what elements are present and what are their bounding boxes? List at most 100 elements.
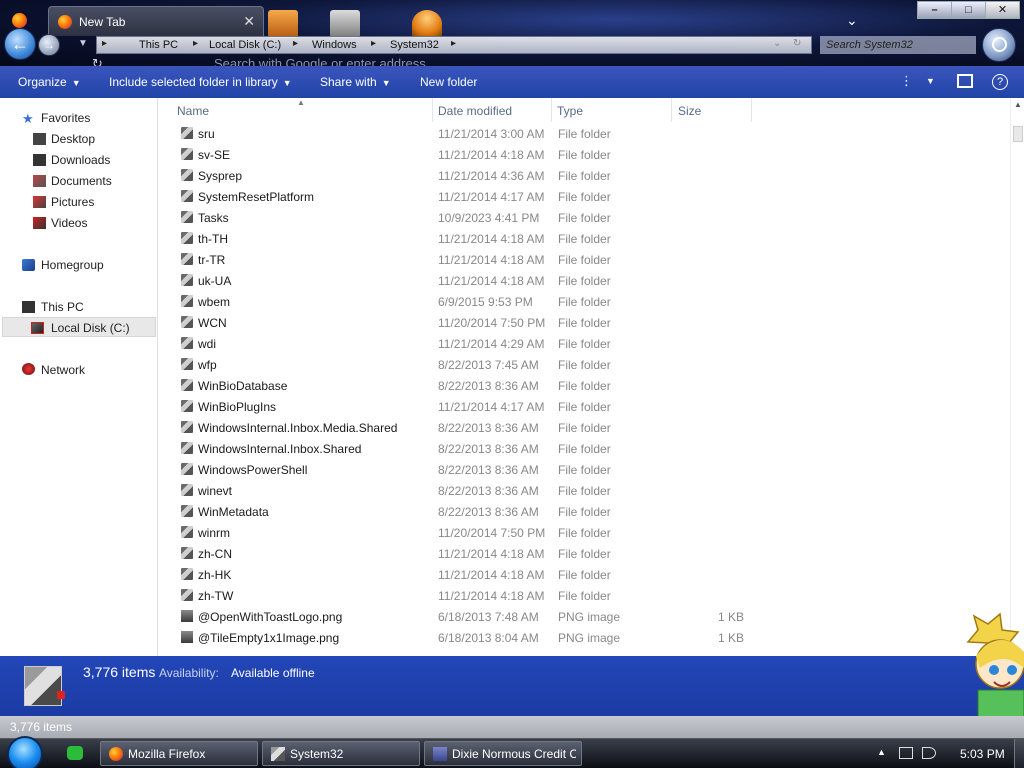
- history-dropdown-icon[interactable]: ▼: [78, 38, 88, 49]
- volume-tray-icon[interactable]: [922, 747, 936, 759]
- nav-network[interactable]: Network: [41, 363, 85, 377]
- breadcrumb-system32[interactable]: System32: [390, 39, 439, 51]
- column-header-name[interactable]: Name: [177, 104, 209, 118]
- table-row[interactable]: WindowsInternal.Inbox.Shared 8/22/2013 8:…: [158, 438, 1010, 459]
- column-header-size[interactable]: Size: [678, 104, 701, 118]
- tab-list-chevron-icon[interactable]: ⌄: [846, 12, 858, 29]
- taskbar-explorer-button[interactable]: System32: [262, 741, 420, 766]
- table-row[interactable]: zh-TW 11/21/2014 4:18 AM File folder: [158, 585, 1010, 606]
- column-divider[interactable]: [432, 98, 433, 122]
- table-row[interactable]: wdi 11/21/2014 4:29 AM File folder: [158, 333, 1010, 354]
- nav-homegroup[interactable]: Homegroup: [41, 258, 104, 272]
- vertical-scrollbar[interactable]: ▲: [1010, 98, 1024, 656]
- table-row[interactable]: sru 11/21/2014 3:00 AM File folder: [158, 123, 1010, 144]
- table-row[interactable]: WinBioDatabase 8/22/2013 8:36 AM File fold…: [158, 375, 1010, 396]
- search-icon[interactable]: [982, 28, 1016, 62]
- search-input[interactable]: Search System32: [820, 36, 976, 54]
- scrollbar-thumb[interactable]: [1013, 126, 1023, 142]
- table-row[interactable]: th-TH 11/21/2014 4:18 AM File folder: [158, 228, 1010, 249]
- column-divider[interactable]: [551, 98, 552, 122]
- browser-tab[interactable]: New Tab ✕: [48, 6, 264, 36]
- nav-downloads[interactable]: Downloads: [51, 153, 110, 167]
- close-window-button[interactable]: ✕: [985, 1, 1020, 19]
- table-row[interactable]: tr-TR 11/21/2014 4:18 AM File folder: [158, 249, 1010, 270]
- column-divider[interactable]: [751, 98, 752, 122]
- table-row[interactable]: Tasks 10/9/2023 4:41 PM File folder: [158, 207, 1010, 228]
- folder-icon: [181, 295, 193, 307]
- sort-ascending-icon: ▲: [297, 98, 305, 107]
- nav-desktop[interactable]: Desktop: [51, 132, 95, 146]
- breadcrumb-windows[interactable]: Windows: [312, 39, 357, 51]
- table-row[interactable]: @OpenWithToastLogo.png 6/18/2013 7:48 AM P…: [158, 606, 1010, 627]
- file-date-modified: 11/21/2014 4:18 AM: [438, 274, 545, 288]
- table-row[interactable]: SystemResetPlatform 11/21/2014 4:17 AM Fil…: [158, 186, 1010, 207]
- table-row[interactable]: wfp 8/22/2013 7:45 AM File folder: [158, 354, 1010, 375]
- show-desktop-button[interactable]: [1014, 739, 1024, 768]
- forward-button[interactable]: →: [38, 34, 60, 56]
- table-row[interactable]: uk-UA 11/21/2014 4:18 AM File folder: [158, 270, 1010, 291]
- table-row[interactable]: WinBioPlugIns 11/21/2014 4:17 AM File fold…: [158, 396, 1010, 417]
- table-row[interactable]: winrm 11/20/2014 7:50 PM File folder: [158, 522, 1010, 543]
- column-header-type[interactable]: Type: [557, 104, 583, 118]
- favorites-star-icon: ★: [22, 111, 34, 126]
- table-row[interactable]: winevt 8/22/2013 8:36 AM File folder: [158, 480, 1010, 501]
- chat-app-icon[interactable]: [67, 746, 83, 760]
- file-type: File folder: [558, 526, 611, 540]
- file-name: Sysprep: [198, 169, 243, 183]
- table-row[interactable]: zh-HK 11/21/2014 4:18 AM File folder: [158, 564, 1010, 585]
- table-row[interactable]: zh-CN 11/21/2014 4:18 AM File folder: [158, 543, 1010, 564]
- pictures-icon: [33, 196, 46, 208]
- maximize-button[interactable]: □: [951, 1, 986, 19]
- view-dropdown-icon[interactable]: ▼: [926, 76, 935, 86]
- firefox-icon[interactable]: [12, 13, 27, 28]
- table-row[interactable]: @TileEmpty1x1Image.png 6/18/2013 8:04 AM P…: [158, 627, 1010, 648]
- taskbar-clock[interactable]: 5:03 PM: [960, 747, 1005, 761]
- nav-pictures[interactable]: Pictures: [51, 195, 94, 209]
- desktop-app-icon-1[interactable]: [268, 10, 298, 38]
- nav-documents[interactable]: Documents: [51, 174, 112, 188]
- help-icon[interactable]: ?: [992, 74, 1008, 90]
- table-row[interactable]: WCN 11/20/2014 7:50 PM File folder: [158, 312, 1010, 333]
- scroll-up-icon[interactable]: ▲: [1014, 100, 1022, 109]
- share-with-button[interactable]: Share with ▼: [320, 75, 391, 89]
- user-avatar-icon[interactable]: [412, 10, 442, 38]
- table-row[interactable]: wbem 6/9/2015 9:53 PM File folder: [158, 291, 1010, 312]
- organize-button[interactable]: Organize ▼: [18, 75, 81, 89]
- status-item-count: 3,776 items: [10, 720, 73, 734]
- folder-icon: [181, 316, 193, 328]
- view-options-icon[interactable]: ⋮: [900, 73, 913, 89]
- nav-local-disk[interactable]: Local Disk (C:): [51, 321, 130, 335]
- address-dropdown-icon[interactable]: ⌄: [773, 38, 781, 49]
- refresh-icon[interactable]: ↻: [793, 38, 801, 49]
- file-date-modified: 8/22/2013 8:36 AM: [438, 421, 539, 435]
- column-header-date-modified[interactable]: Date modified: [438, 104, 512, 118]
- breadcrumb-local-disk[interactable]: Local Disk (C:): [209, 39, 281, 51]
- nav-this-pc[interactable]: This PC: [41, 300, 84, 314]
- table-row[interactable]: Sysprep 11/21/2014 4:36 AM File folder: [158, 165, 1010, 186]
- taskbar-window-button[interactable]: Dixie Normous Credit C...: [424, 741, 582, 766]
- nav-favorites[interactable]: Favorites: [41, 111, 90, 125]
- taskbar: Mozilla Firefox System32 Dixie Normous C…: [0, 736, 1024, 768]
- show-hidden-icons-icon[interactable]: ▲: [877, 747, 886, 757]
- new-folder-button[interactable]: New folder: [420, 75, 477, 89]
- file-type: File folder: [558, 211, 611, 225]
- close-tab-icon[interactable]: ✕: [243, 13, 255, 30]
- table-row[interactable]: WinMetadata 8/22/2013 8:36 AM File folder: [158, 501, 1010, 522]
- nav-videos[interactable]: Videos: [51, 216, 87, 230]
- table-row[interactable]: sv-SE 11/21/2014 4:18 AM File folder: [158, 144, 1010, 165]
- start-button[interactable]: [7, 736, 43, 768]
- preview-pane-icon[interactable]: [957, 74, 973, 88]
- file-date-modified: 11/21/2014 4:17 AM: [438, 400, 545, 414]
- back-button[interactable]: ←: [4, 28, 36, 60]
- include-in-library-button[interactable]: Include selected folder in library ▼: [109, 75, 292, 89]
- availability-label: Availability:: [159, 666, 219, 680]
- explorer-address-bar[interactable]: ▸ This PC ▸ Local Disk (C:) ▸ Windows ▸ …: [96, 36, 812, 54]
- table-row[interactable]: WindowsInternal.Inbox.Media.Shared 8/22/2…: [158, 417, 1010, 438]
- taskbar-firefox-button[interactable]: Mozilla Firefox: [100, 741, 258, 766]
- network-tray-icon[interactable]: [899, 747, 913, 759]
- desktop-app-icon-2[interactable]: [330, 10, 360, 38]
- table-row[interactable]: WindowsPowerShell 8/22/2013 8:36 AM File f…: [158, 459, 1010, 480]
- minimize-button[interactable]: –: [917, 1, 952, 19]
- column-divider[interactable]: [671, 98, 672, 122]
- breadcrumb-this-pc[interactable]: This PC: [139, 39, 178, 51]
